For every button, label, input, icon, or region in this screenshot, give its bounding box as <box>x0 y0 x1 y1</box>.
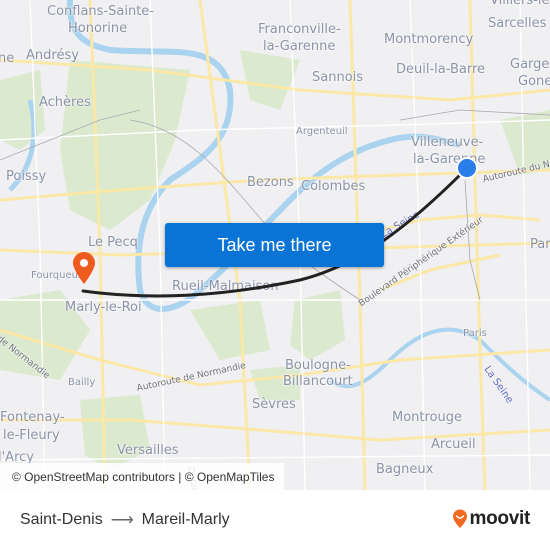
moovit-wordmark: moovit <box>469 508 531 529</box>
destination-pin-icon[interactable] <box>72 251 96 285</box>
destination-label: Mareil-Marly <box>141 511 230 528</box>
map-view[interactable]: Conflans-Sainte- Honorine Andrésy ne Ach… <box>0 0 550 490</box>
take-me-there-button[interactable]: Take me there <box>165 223 384 267</box>
route-summary: Saint-Denis ⟶ Mareil-Marly <box>20 510 230 530</box>
footer-bar: Saint-Denis ⟶ Mareil-Marly moovit <box>0 490 550 550</box>
origin-label: Saint-Denis <box>20 511 103 528</box>
arrow-right-icon: ⟶ <box>110 512 134 529</box>
map-attribution[interactable]: © OpenStreetMap contributors | © OpenMap… <box>0 463 285 490</box>
origin-marker-icon[interactable] <box>455 156 479 180</box>
moovit-pin-icon <box>452 509 467 528</box>
moovit-logo[interactable]: moovit <box>452 508 530 530</box>
